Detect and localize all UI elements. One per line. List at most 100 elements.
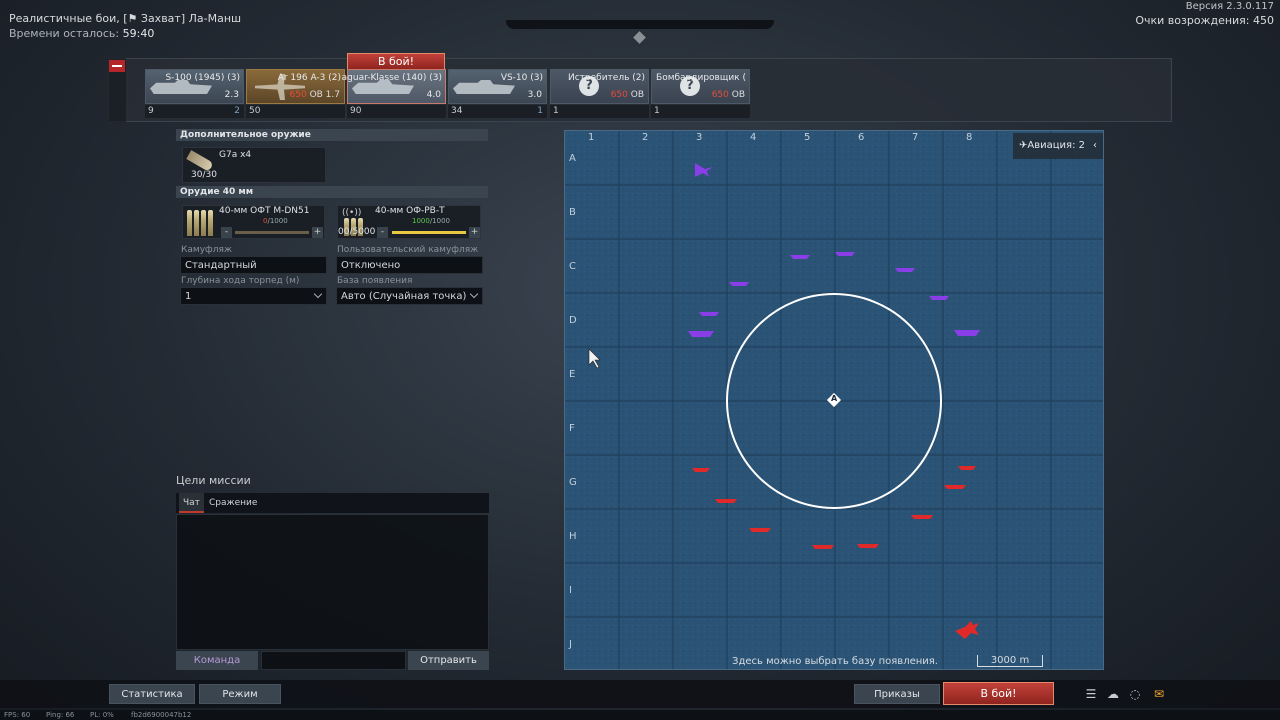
spawn-cost: 650 ОВ	[711, 90, 745, 100]
battle-rating: 3.0	[527, 90, 542, 100]
decrease-button[interactable]: -	[377, 227, 388, 238]
to-battle-top-button[interactable]: В бой!	[347, 53, 445, 70]
shell-icon	[187, 210, 192, 236]
increase-button[interactable]: +	[469, 227, 480, 238]
decrease-button[interactable]: -	[221, 227, 232, 238]
vehicle-card[interactable]: ? Бомбардировщик ( 650 ОВ	[651, 69, 750, 104]
aviation-counter[interactable]: ✈Авиация: 2 ‹	[1013, 133, 1103, 159]
ammo-slot-2[interactable]: ((•)) 40-мм ОФ-РВ-Т 1000/1000 00/5000 - …	[337, 205, 481, 239]
orders-button[interactable]: Приказы	[854, 684, 940, 704]
spawn-base-label: База появления	[337, 276, 413, 286]
vehicle-slot-fighter[interactable]: ? Истребитель (2) 650 ОВ 1	[550, 69, 649, 119]
enemy-boat-icon	[715, 499, 737, 503]
spawn-base-select[interactable]: Авто (Случайная точка)	[336, 287, 483, 305]
shell-icon	[194, 210, 199, 236]
vehicle-meta: 1	[550, 105, 649, 118]
vehicle-meta: 1	[651, 105, 750, 118]
enemy-boat-icon	[812, 545, 834, 549]
torpedo-slot[interactable]: G7a x4 30/30	[182, 147, 326, 183]
ammo-slider[interactable]	[235, 231, 309, 234]
top-bar	[506, 20, 774, 29]
torpedo-icon	[186, 150, 214, 172]
battle-rating: 4.0	[426, 90, 441, 100]
shell-icon	[201, 210, 206, 236]
camo-select[interactable]: Стандартный	[180, 256, 327, 274]
increase-button[interactable]: +	[312, 227, 323, 238]
chat-tabs: Чат Сражение	[176, 493, 489, 513]
camo-label: Камуфляж	[181, 245, 232, 255]
header-right: Версия 2.3.0.117 Очки возрождения: 450	[1135, 0, 1274, 28]
chevron-down-icon	[469, 289, 479, 299]
vehicle-card[interactable]: ? Истребитель (2) 650 ОВ	[550, 69, 649, 104]
enemy-boat-icon	[857, 544, 879, 548]
map-scale: 3000 m	[977, 655, 1043, 667]
capture-flag-icon: ⚑	[127, 12, 138, 25]
ally-boat-icon	[835, 252, 855, 256]
chat-icon[interactable]: ◌	[1128, 688, 1142, 700]
vehicle-meta: 34 1	[448, 105, 547, 118]
enemy-boat-icon	[749, 528, 771, 532]
battle-info: Реалистичные бои, [⚑ Захват] Ла-Манш Вре…	[9, 11, 241, 41]
statistics-button[interactable]: Статистика	[109, 684, 195, 704]
ally-boat-icon	[699, 312, 719, 316]
capture-point-label: A	[831, 394, 838, 403]
nation-flag-icon	[109, 60, 125, 72]
vehicle-card[interactable]: VS-10 (3) 3.0	[448, 69, 547, 104]
ally-boat-icon	[729, 282, 749, 286]
time-remaining: Времени осталось: 59:40	[9, 27, 155, 40]
vehicle-slot-bomber[interactable]: ? Бомбардировщик ( 650 ОВ 1	[651, 69, 750, 119]
mission-objectives-title: Цели миссии	[176, 474, 251, 487]
chat-log	[176, 514, 489, 650]
user-camo-select[interactable]: Отключено	[336, 256, 483, 274]
vehicle-slot-s100[interactable]: S-100 (1945) (3) 2.3 92	[145, 69, 244, 119]
enemy-boat-icon	[958, 466, 976, 470]
squad-icon[interactable]: ☁	[1106, 688, 1120, 700]
vehicle-meta: 50	[246, 105, 345, 118]
vehicle-meta: 92	[145, 105, 244, 118]
vehicle-meta: 90	[347, 105, 446, 118]
spawn-cost: 650 ОВ 1.7	[289, 90, 340, 100]
ally-boat-icon	[895, 268, 915, 272]
tactical-map[interactable]: 1 2 3 4 5 6 7 8 A B C D E F G H I J A ✈А…	[564, 130, 1104, 670]
enemy-boat-icon	[692, 468, 710, 472]
vehicle-slot-ar196[interactable]: Ar 196 A-3 (2) 650 ОВ 1.7 50	[246, 69, 345, 119]
chevron-down-icon	[313, 289, 323, 299]
mail-icon[interactable]: ✉	[1152, 688, 1166, 700]
vehicle-slot-jaguar[interactable]: aguar-Klasse (140) (3) 4.0 90	[342, 69, 446, 119]
battle-mode-title: Реалистичные бои, [⚑ Захват] Ла-Манш	[9, 12, 242, 25]
torpedo-depth-select[interactable]: 1	[180, 287, 327, 305]
ammo-slider[interactable]	[392, 231, 466, 234]
battle-rating: 2.3	[224, 90, 239, 100]
torpedo-depth-label: Глубина хода торпед (м)	[181, 276, 300, 286]
spectator-mode-button[interactable]: Режим зрителя	[199, 684, 281, 720]
tab-battle[interactable]: Сражение	[205, 493, 261, 513]
status-bar: FPS: 60 Ping: 66 PL: 0% fb2d6900047b12	[0, 710, 1280, 720]
chevron-left-icon[interactable]: ‹	[1093, 133, 1097, 159]
to-battle-button[interactable]: В бой!	[943, 682, 1054, 705]
enemy-boat-icon	[944, 485, 966, 489]
vehicle-card-selected[interactable]: aguar-Klasse (140) (3) 4.0	[342, 69, 446, 104]
radio-fuse-icon: ((•))	[342, 208, 362, 218]
spawn-cost: 650 ОВ	[610, 90, 644, 100]
guns-header: Орудие 40 мм	[176, 186, 488, 198]
ally-boat-icon	[954, 330, 980, 336]
shell-icon	[208, 210, 213, 236]
enemy-boat-icon	[911, 515, 933, 519]
respawn-points: Очки возрождения: 450	[1135, 14, 1274, 27]
vehicle-slot-vs10[interactable]: VS-10 (3) 3.0 34 1	[448, 69, 547, 119]
ally-boat-icon	[929, 296, 949, 300]
diamond-icon	[633, 31, 646, 44]
vehicle-card[interactable]: S-100 (1945) (3) 2.3	[145, 69, 244, 104]
user-camo-label: Пользовательский камуфляж	[337, 245, 479, 255]
send-button[interactable]: Отправить	[408, 651, 489, 670]
secondary-weapons-header: Дополнительное оружие	[176, 129, 488, 141]
chat-input[interactable]	[261, 651, 406, 670]
version-label: Версия 2.3.0.117	[1185, 1, 1274, 12]
team-channel-button[interactable]: Команда	[176, 651, 258, 670]
ally-boat-icon	[688, 331, 714, 337]
ammo-slot-1[interactable]: 40-мм ОФТ M-DN51 0/1000 - +	[182, 205, 325, 239]
ally-boat-icon	[790, 255, 810, 259]
list-icon[interactable]: ☰	[1084, 688, 1098, 700]
vehicle-card[interactable]: Ar 196 A-3 (2) 650 ОВ 1.7	[246, 69, 345, 104]
tab-chat[interactable]: Чат	[179, 493, 204, 513]
